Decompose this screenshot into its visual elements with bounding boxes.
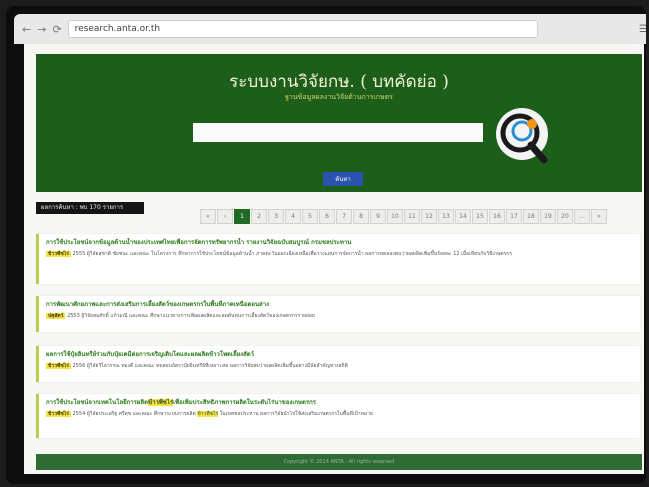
reload-icon[interactable]: ⟳	[52, 23, 61, 36]
page-link[interactable]: 12	[421, 209, 437, 224]
search-highlight: ข้าวพืชไร่	[147, 399, 174, 406]
page-link[interactable]: 15	[472, 209, 488, 224]
web-page: ระบบงานวิจัยกษ. ( บทคัดย่อ ) ฐานข้อมูลผล…	[24, 44, 644, 474]
category-badge: ข้าวพืชไร่	[46, 411, 71, 417]
result-meta: ปศุสัตว์ 2553 ผู้วิจัยสมศักดิ์ แก้วมณี แ…	[46, 312, 632, 320]
search-input[interactable]	[193, 123, 483, 142]
site-title: ระบบงานวิจัยกษ. ( บทคัดย่อ )	[229, 72, 449, 92]
menu-icon[interactable]: ☰	[639, 24, 646, 35]
result-meta-text: 2553 ผู้วิจัยสมศักดิ์ แก้วมณี และคณะ	[67, 313, 151, 319]
result-item[interactable]: การใช้ประโยชน์จากข้อมูลด้านน้ำของประเทศไ…	[36, 234, 640, 284]
category-badge: ข้าวพืชไร่	[46, 251, 71, 257]
browser-toolbar: ← → ⟳ research.anta.or.th ☰	[14, 14, 646, 44]
result-item[interactable]: ผลการใช้ปุ๋ยอินทรีย์ร่วมกับปุ๋ยเคมีต่อกา…	[36, 346, 640, 382]
category-badge: ข้าวพืชไร่	[46, 363, 71, 369]
result-meta: ข้าวพืชไร่ 2555 ผู้วิจัยสุชาติ ชัยชนะ แล…	[46, 250, 632, 258]
page-link[interactable]: 2	[251, 209, 267, 224]
page-next[interactable]: »	[591, 209, 607, 224]
header-banner: ระบบงานวิจัยกษ. ( บทคัดย่อ ) ฐานข้อมูลผล…	[36, 54, 642, 192]
page-link[interactable]: 8	[353, 209, 369, 224]
monitor-frame: ← → ⟳ research.anta.or.th ☰ ระบบงานวิจัย…	[6, 6, 646, 484]
page-prev-single[interactable]: ‹	[217, 209, 233, 224]
category-badge: ปศุสัตว์	[46, 313, 66, 319]
page-prev[interactable]: «	[200, 209, 216, 224]
page-link[interactable]: 19	[540, 209, 556, 224]
page-link[interactable]: 10	[387, 209, 403, 224]
result-meta-text: ในเขตชลประทาน ผลการวิจัยนำไปใช้ส่งเสริมเ…	[218, 411, 373, 417]
search-button[interactable]: ค้นหา	[323, 172, 363, 186]
result-meta-text: ทดสอบอัตราปุ๋ยอินทรีย์ที่เหมาะสม ผลการวิ…	[156, 363, 348, 369]
page-ellipsis: ...	[574, 209, 590, 224]
page-link[interactable]: 14	[455, 209, 471, 224]
page-link[interactable]: 11	[404, 209, 420, 224]
page-link[interactable]: 20	[557, 209, 573, 224]
settings-dot-icon	[636, 46, 644, 54]
result-meta-text: ศึกษาแนวทางการเพิ่มผลผลิตและลดต้นทุนการเ…	[150, 313, 315, 319]
page-link[interactable]: 5	[302, 209, 318, 224]
page-link[interactable]: 18	[523, 209, 539, 224]
result-item[interactable]: การใช้ประโยชน์จากเทคโนโลยีการผลิตข้าวพืช…	[36, 394, 640, 438]
result-item[interactable]: การพัฒนาศักยภาพและการส่งเสริมการเลี้ยงสั…	[36, 296, 640, 332]
page-current[interactable]: 1	[234, 209, 250, 224]
result-title-link[interactable]: การใช้ประโยชน์จากเทคโนโลยีการผลิตข้าวพืช…	[46, 398, 632, 407]
result-title-text: เพื่อเพิ่มประสิทธิภาพการผลิตในระดับไร่นา…	[173, 399, 316, 406]
page-link[interactable]: 3	[268, 209, 284, 224]
result-meta-text: 2556 ผู้วิจัยวิไลวรรณ ทองดี และคณะ	[72, 363, 157, 369]
result-count: ผลการค้นหา : พบ 170 รายการ	[36, 202, 144, 214]
result-meta: ข้าวพืชไร่ 2554 ผู้วิจัยประเสริฐ ศรีสุข …	[46, 410, 632, 418]
page-footer: Copyright © 2014 ANTA - All rights reser…	[36, 454, 642, 470]
page-link[interactable]: 16	[489, 209, 505, 224]
result-meta-text: ศึกษาการใช้ประโยชน์ข้อมูลด้านน้ำ ภาคตะวั…	[178, 251, 513, 257]
result-meta: ข้าวพืชไร่ 2556 ผู้วิจัยวิไลวรรณ ทองดี แ…	[46, 362, 632, 370]
result-meta-text: 2554 ผู้วิจัยประเสริฐ ศรีสุข และคณะ ศึกษ…	[72, 411, 198, 417]
page-link[interactable]: 7	[336, 209, 352, 224]
back-icon[interactable]: ←	[22, 23, 31, 36]
page-link[interactable]: 9	[370, 209, 386, 224]
result-meta-text: 2555 ผู้วิจัยสุชาติ ชัยชนะ และคณะ ในโครง…	[72, 251, 179, 257]
result-title-link[interactable]: การใช้ประโยชน์จากข้อมูลด้านน้ำของประเทศไ…	[46, 238, 632, 247]
pagination: « ‹ 1 2 3 4 5 6 7 8 9 10 11 12 13 14 15 …	[200, 209, 607, 224]
forward-icon[interactable]: →	[37, 23, 46, 36]
address-text: research.anta.or.th	[74, 24, 161, 34]
page-link[interactable]: 6	[319, 209, 335, 224]
result-title-link[interactable]: การพัฒนาศักยภาพและการส่งเสริมการเลี้ยงสั…	[46, 300, 632, 309]
page-link[interactable]: 17	[506, 209, 522, 224]
search-highlight: ข้าวพืชไร่	[197, 411, 219, 417]
result-title-text: การใช้ประโยชน์จากเทคโนโลยีการผลิต	[46, 399, 148, 406]
page-link[interactable]: 4	[285, 209, 301, 224]
site-subtitle: ฐานข้อมูลผลงานวิจัยด้านการเกษตร	[285, 93, 393, 101]
magnifier-logo-icon	[496, 108, 548, 164]
page-link[interactable]: 13	[438, 209, 454, 224]
result-title-link[interactable]: ผลการใช้ปุ๋ยอินทรีย์ร่วมกับปุ๋ยเคมีต่อกา…	[46, 350, 632, 359]
address-bar[interactable]: research.anta.or.th	[67, 20, 538, 38]
